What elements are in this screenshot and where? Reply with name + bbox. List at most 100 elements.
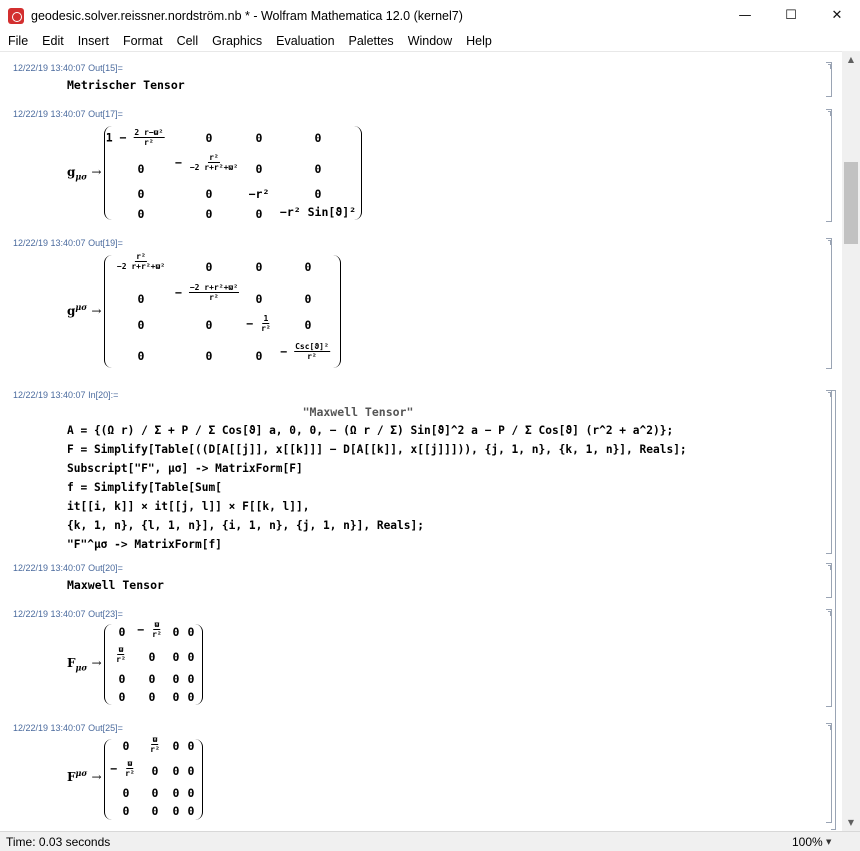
matrix-cell: − ϖ r² [110,759,135,778]
window-controls: — ☐ ✕ [722,0,860,31]
matrix-left-paren [104,624,114,705]
code-line[interactable]: {k, 1, n}, {l, 1, n}], {i, 1, n}, {j, 1,… [67,519,424,532]
matrix-cell: 0 [187,764,195,778]
menu-insert[interactable]: Insert [71,34,116,48]
matrix-cell: 0 [172,764,180,778]
notebook-area[interactable]: 12/22/19 13:40:07 Out[15]= Metrischer Te… [0,51,842,831]
cell-label: 12/22/19 13:40:07 Out[15]= [13,63,123,73]
matrix-cell: 0 [172,804,180,818]
menu-window[interactable]: Window [401,34,459,48]
cell-bracket[interactable] [826,563,832,598]
matrix-left-paren [104,255,114,368]
cell-bracket[interactable] [826,723,832,823]
matrix-cell: − ϖ r² [137,620,162,639]
matrix-cell: 0 [205,318,213,332]
scroll-down-icon[interactable]: ▼ [842,814,860,831]
matrix-cell: −r² [248,187,270,201]
maximize-button[interactable]: ☐ [768,0,814,31]
matrix-cell: 0 [172,739,180,753]
matrix-cell: − 1 r² [246,314,271,333]
matrix-cell: − −2 r+r²+ϖ² r² [174,283,240,302]
matrix-cell: ϖ r² [116,645,126,664]
matrix-cell: 0 [187,625,195,639]
cell-label: 12/22/19 13:40:07 Out[25]= [13,723,123,733]
minimize-button[interactable]: — [722,0,768,31]
matrix-cell: 0 [205,131,213,145]
inverse-metric-symbol: gμσ → [67,302,102,318]
code-line[interactable]: A = {(Ω r) / Σ + P / Σ Cos[ϑ] a, 0, 0, −… [67,424,673,437]
cell-label: 12/22/19 13:40:07 Out[23]= [13,609,123,619]
field-tensor-symbol: Fμσ → [67,656,102,673]
matrix-cell: 0 [314,162,322,176]
menu-evaluation[interactable]: Evaluation [269,34,341,48]
matrix-cell: 0 [172,690,180,704]
status-bar: Time: 0.03 seconds 100% ▼ [0,831,860,851]
menu-bar: File Edit Insert Format Cell Graphics Ev… [0,31,860,51]
close-button[interactable]: ✕ [814,0,860,31]
matrix-cell: 0 [187,690,195,704]
code-line[interactable]: it[[i, k]] × it[[j, l]] × F[[k, l]], [67,500,309,513]
matrix-cell: 0 [172,650,180,664]
menu-file[interactable]: File [0,34,35,48]
cell-bracket[interactable] [826,609,832,707]
matrix-cell: 0 [122,739,130,753]
input-title-string: "Maxwell Tensor" [302,405,414,419]
matrix-cell: 0 [187,672,195,686]
matrix-cell: 0 [118,690,126,704]
matrix-cell: 0 [255,207,263,221]
matrix-cell: 0 [118,625,126,639]
cell-label: 12/22/19 13:40:07 In[20]:= [13,390,119,400]
matrix-cell: 0 [304,260,312,274]
code-line[interactable]: Subscript["F", μσ] -> MatrixForm[F] [67,462,303,475]
matrix-cell: ϖ r² [150,735,160,754]
matrix-cell: 0 [137,187,145,201]
code-line[interactable]: "F"^μσ -> MatrixForm[f] [67,538,222,551]
matrix-cell: 0 [148,650,156,664]
matrix-cell: 0 [187,786,195,800]
matrix-cell: 0 [255,292,263,306]
menu-format[interactable]: Format [116,34,170,48]
output-text: Metrischer Tensor [67,78,185,92]
matrix-cell: − Csc[ϑ]² r² [280,342,330,361]
matrix-cell: 0 [314,131,322,145]
matrix-cell: 0 [137,318,145,332]
cell-bracket[interactable] [826,62,832,97]
scroll-up-icon[interactable]: ▲ [842,51,860,68]
matrix-cell: 1 − 2 r−ϖ² r² [105,128,165,147]
code-line[interactable]: F = Simplify[Table[((D[A[[j]], x[[k]]] −… [67,443,687,456]
matrix-cell: r² −2 r+r²+ϖ² [116,252,166,271]
matrix-cell: 0 [187,804,195,818]
matrix-cell: 0 [314,187,322,201]
zoom-dropdown-icon[interactable]: ▼ [826,838,831,846]
matrix-cell: −r² Sin[ϑ]² [279,205,357,219]
matrix-cell: 0 [172,786,180,800]
menu-help[interactable]: Help [459,34,499,48]
cell-bracket[interactable] [826,238,832,369]
matrix-cell: 0 [304,292,312,306]
vertical-scrollbar[interactable]: ▲ ▼ [842,51,860,831]
matrix-cell: − r² −2 r+r²+ϖ² [174,153,239,172]
matrix-cell: 0 [172,672,180,686]
code-line[interactable]: f = Simplify[Table[Sum[ [67,481,222,494]
scrollbar-thumb[interactable] [844,162,858,244]
menu-palettes[interactable]: Palettes [342,34,401,48]
matrix-cell: 0 [187,739,195,753]
cell-bracket[interactable] [826,109,832,222]
matrix-cell: 0 [137,292,145,306]
zoom-level[interactable]: 100% [792,835,823,849]
matrix-cell: 0 [304,318,312,332]
matrix-cell: 0 [122,804,130,818]
matrix-cell: 0 [137,349,145,363]
contravariant-field-tensor-symbol: Fμσ → [67,768,102,784]
menu-edit[interactable]: Edit [35,34,71,48]
menu-graphics[interactable]: Graphics [205,34,269,48]
matrix-cell: 0 [151,804,159,818]
matrix-cell: 0 [137,162,145,176]
matrix-cell: 0 [172,625,180,639]
title-bar: geodesic.solver.reissner.nordström.nb * … [0,0,860,31]
matrix-left-paren [104,739,114,820]
matrix-cell: 0 [151,764,159,778]
matrix-cell: 0 [205,349,213,363]
menu-cell[interactable]: Cell [170,34,206,48]
cell-label: 12/22/19 13:40:07 Out[19]= [13,238,123,248]
